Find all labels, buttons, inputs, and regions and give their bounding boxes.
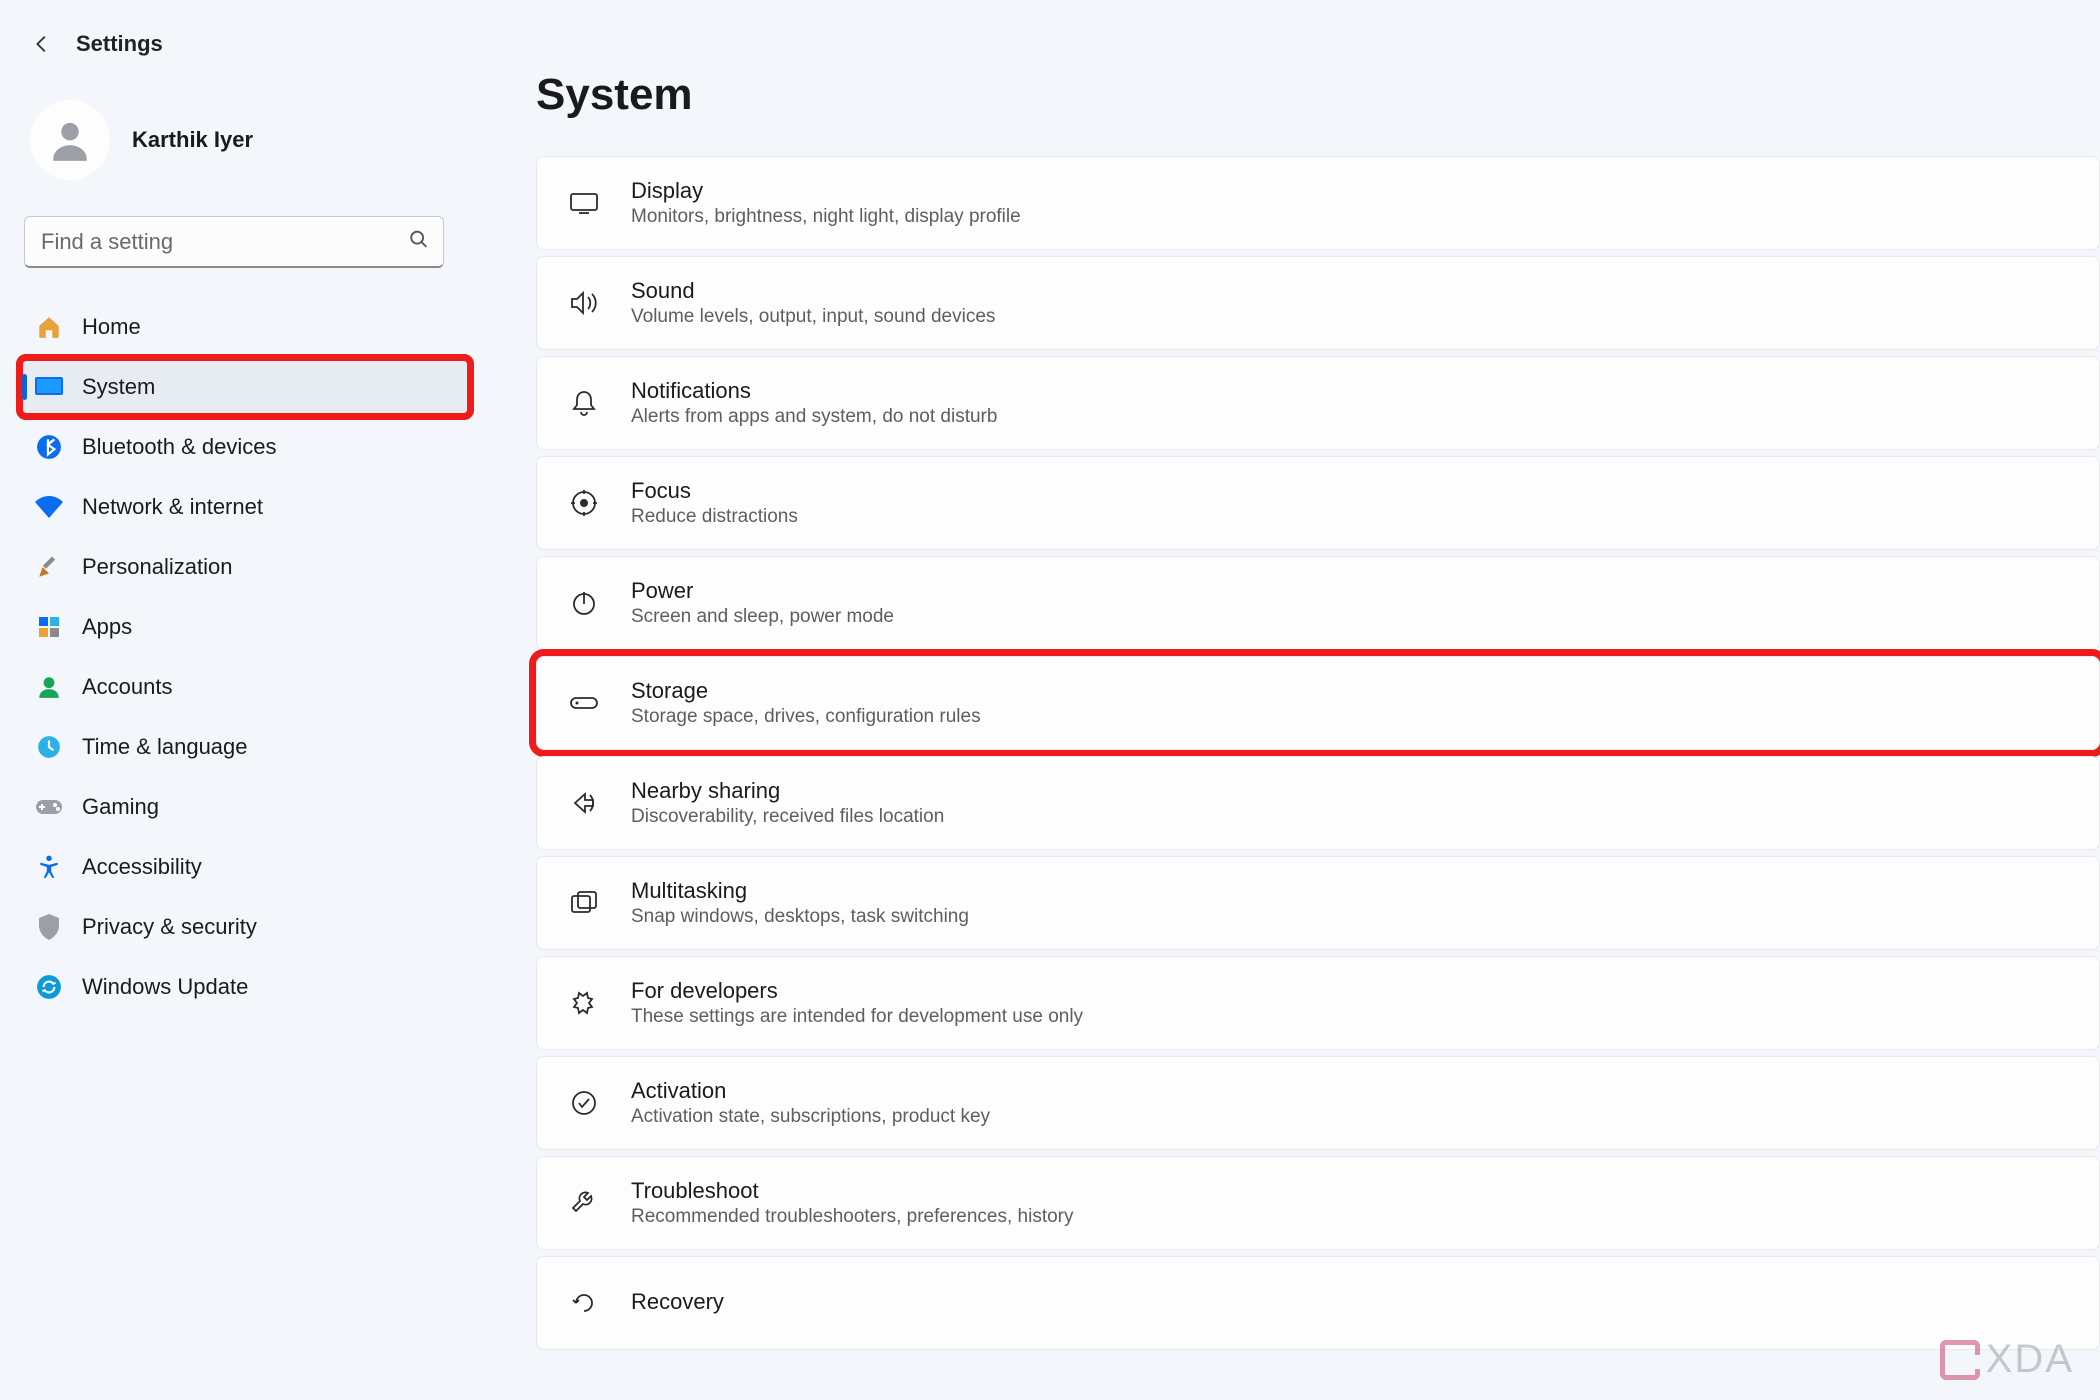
card-multitasking[interactable]: Multitasking Snap windows, desktops, tas… <box>536 856 2100 950</box>
sidebar-item-home[interactable]: Home <box>20 298 470 356</box>
xda-watermark-text: XDA <box>1986 1337 2074 1382</box>
search-input[interactable] <box>24 216 444 268</box>
card-subtitle: Volume levels, output, input, sound devi… <box>631 306 995 328</box>
card-nearby[interactable]: Nearby sharing Discoverability, received… <box>536 756 2100 850</box>
app-title: Settings <box>76 31 163 57</box>
recovery-icon <box>567 1286 601 1320</box>
home-icon <box>34 312 64 342</box>
card-title: Multitasking <box>631 878 969 904</box>
card-subtitle: Discoverability, received files location <box>631 806 944 828</box>
sidebar-item-personalization[interactable]: Personalization <box>20 538 470 596</box>
card-subtitle: Reduce distractions <box>631 506 798 528</box>
accounts-icon <box>34 672 64 702</box>
sidebar-item-label: Home <box>82 314 141 340</box>
sidebar-item-accounts[interactable]: Accounts <box>20 658 470 716</box>
sidebar-item-label: Bluetooth & devices <box>82 434 276 460</box>
card-title: Recovery <box>631 1289 724 1315</box>
sidebar-item-label: Accessibility <box>82 854 202 880</box>
sidebar-item-label: Apps <box>82 614 132 640</box>
card-title: Troubleshoot <box>631 1178 1074 1204</box>
sidebar-item-apps[interactable]: Apps <box>20 598 470 656</box>
card-subtitle: Monitors, brightness, night light, displ… <box>631 206 1021 228</box>
card-troubleshoot[interactable]: Troubleshoot Recommended troubleshooters… <box>536 1156 2100 1250</box>
card-title: For developers <box>631 978 1083 1004</box>
card-subtitle: Storage space, drives, configuration rul… <box>631 706 981 728</box>
sidebar-item-label: Windows Update <box>82 974 248 1000</box>
update-icon <box>34 972 64 1002</box>
notifications-icon <box>567 386 601 420</box>
nearby-icon <box>567 786 601 820</box>
personalization-icon <box>34 552 64 582</box>
gaming-icon <box>34 792 64 822</box>
sidebar-item-accessibility[interactable]: Accessibility <box>20 838 470 896</box>
sound-icon <box>567 286 601 320</box>
card-subtitle: Screen and sleep, power mode <box>631 606 894 628</box>
privacy-icon <box>34 912 64 942</box>
nav: Home System Bluetooth & devices Network … <box>20 298 470 1016</box>
sidebar-item-label: Accounts <box>82 674 173 700</box>
card-subtitle: Recommended troubleshooters, preferences… <box>631 1206 1074 1228</box>
card-title: Display <box>631 178 1021 204</box>
network-icon <box>34 492 64 522</box>
display-icon <box>567 186 601 220</box>
card-sound[interactable]: Sound Volume levels, output, input, soun… <box>536 256 2100 350</box>
developers-icon <box>567 986 601 1020</box>
troubleshoot-icon <box>567 1186 601 1220</box>
back-button[interactable] <box>24 26 60 62</box>
sidebar-item-label: Time & language <box>82 734 248 760</box>
card-notifications[interactable]: Notifications Alerts from apps and syste… <box>536 356 2100 450</box>
page-title: System <box>536 70 2100 120</box>
system-icon <box>34 372 64 402</box>
xda-watermark: XDA <box>1940 1337 2074 1382</box>
card-power[interactable]: Power Screen and sleep, power mode <box>536 556 2100 650</box>
card-display[interactable]: Display Monitors, brightness, night ligh… <box>536 156 2100 250</box>
card-subtitle: These settings are intended for developm… <box>631 1006 1083 1028</box>
bluetooth-icon <box>34 432 64 462</box>
card-title: Notifications <box>631 378 997 404</box>
card-title: Sound <box>631 278 995 304</box>
card-focus[interactable]: Focus Reduce distractions <box>536 456 2100 550</box>
time-icon <box>34 732 64 762</box>
settings-card-list: Display Monitors, brightness, night ligh… <box>536 156 2100 1350</box>
card-subtitle: Snap windows, desktops, task switching <box>631 906 969 928</box>
card-storage[interactable]: Storage Storage space, drives, configura… <box>536 656 2100 750</box>
card-title: Nearby sharing <box>631 778 944 804</box>
card-title: Focus <box>631 478 798 504</box>
user-name: Karthik Iyer <box>132 127 253 153</box>
card-title: Power <box>631 578 894 604</box>
card-recovery[interactable]: Recovery <box>536 1256 2100 1350</box>
sidebar-item-network[interactable]: Network & internet <box>20 478 470 536</box>
card-activation[interactable]: Activation Activation state, subscriptio… <box>536 1056 2100 1150</box>
card-developers[interactable]: For developers These settings are intend… <box>536 956 2100 1050</box>
card-title: Activation <box>631 1078 990 1104</box>
sidebar-item-bluetooth[interactable]: Bluetooth & devices <box>20 418 470 476</box>
focus-icon <box>567 486 601 520</box>
left-pane: Settings Karthik Iyer Home System Blueto… <box>0 0 470 1400</box>
card-subtitle: Activation state, subscriptions, product… <box>631 1106 990 1128</box>
sidebar-item-gaming[interactable]: Gaming <box>20 778 470 836</box>
sidebar-item-label: Privacy & security <box>82 914 257 940</box>
sidebar-item-label: Network & internet <box>82 494 263 520</box>
card-subtitle: Alerts from apps and system, do not dist… <box>631 406 997 428</box>
accessibility-icon <box>34 852 64 882</box>
sidebar-item-label: Gaming <box>82 794 159 820</box>
multitasking-icon <box>567 886 601 920</box>
apps-icon <box>34 612 64 642</box>
xda-logo-icon <box>1940 1340 1980 1380</box>
main-pane: System Display Monitors, brightness, nig… <box>470 0 2100 1400</box>
sidebar-item-label: System <box>82 374 155 400</box>
sidebar-item-system[interactable]: System <box>20 358 470 416</box>
sidebar-item-time[interactable]: Time & language <box>20 718 470 776</box>
power-icon <box>567 586 601 620</box>
activation-icon <box>567 1086 601 1120</box>
storage-icon <box>567 686 601 720</box>
sidebar-item-privacy[interactable]: Privacy & security <box>20 898 470 956</box>
user-block[interactable]: Karthik Iyer <box>20 82 470 210</box>
sidebar-item-update[interactable]: Windows Update <box>20 958 470 1016</box>
sidebar-item-label: Personalization <box>82 554 232 580</box>
card-title: Storage <box>631 678 981 704</box>
avatar <box>30 100 110 180</box>
search-icon <box>408 229 430 256</box>
